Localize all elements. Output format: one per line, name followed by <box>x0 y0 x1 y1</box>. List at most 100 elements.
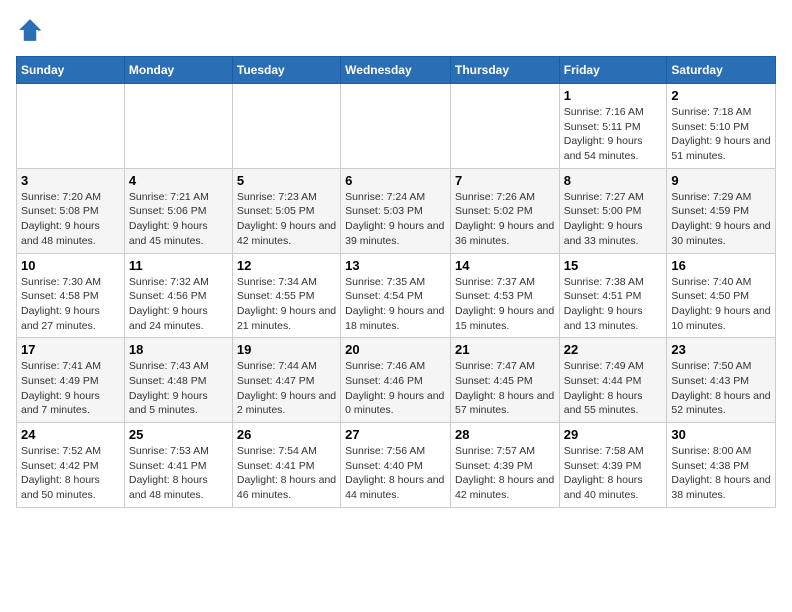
day-info: Sunrise: 7:40 AM Sunset: 4:50 PM Dayligh… <box>671 275 771 334</box>
logo <box>16 16 48 44</box>
day-info: Sunrise: 7:54 AM Sunset: 4:41 PM Dayligh… <box>237 444 336 503</box>
calendar-week-5: 24 Sunrise: 7:52 AM Sunset: 4:42 PM Dayli… <box>17 423 776 508</box>
day-info: Sunrise: 7:21 AM Sunset: 5:06 PM Dayligh… <box>129 190 228 249</box>
day-number: 28 <box>455 427 555 442</box>
calendar-cell: 9 Sunrise: 7:29 AM Sunset: 4:59 PM Daylig… <box>667 168 776 253</box>
calendar-cell <box>17 84 125 169</box>
day-number: 26 <box>237 427 336 442</box>
day-number: 4 <box>129 173 228 188</box>
calendar-week-4: 17 Sunrise: 7:41 AM Sunset: 4:49 PM Dayli… <box>17 338 776 423</box>
calendar-cell: 22 Sunrise: 7:49 AM Sunset: 4:44 PM Dayli… <box>559 338 667 423</box>
day-number: 20 <box>345 342 446 357</box>
day-number: 5 <box>237 173 336 188</box>
day-number: 22 <box>564 342 663 357</box>
calendar-header-row: SundayMondayTuesdayWednesdayThursdayFrid… <box>17 57 776 84</box>
day-number: 9 <box>671 173 771 188</box>
day-info: Sunrise: 7:23 AM Sunset: 5:05 PM Dayligh… <box>237 190 336 249</box>
calendar-cell: 3 Sunrise: 7:20 AM Sunset: 5:08 PM Daylig… <box>17 168 125 253</box>
day-info: Sunrise: 7:32 AM Sunset: 4:56 PM Dayligh… <box>129 275 228 334</box>
calendar-cell: 6 Sunrise: 7:24 AM Sunset: 5:03 PM Daylig… <box>341 168 451 253</box>
day-info: Sunrise: 7:56 AM Sunset: 4:40 PM Dayligh… <box>345 444 446 503</box>
day-number: 17 <box>21 342 120 357</box>
calendar-cell: 30 Sunrise: 8:00 AM Sunset: 4:38 PM Dayli… <box>667 423 776 508</box>
day-info: Sunrise: 7:47 AM Sunset: 4:45 PM Dayligh… <box>455 359 555 418</box>
calendar-header-tuesday: Tuesday <box>232 57 340 84</box>
day-info: Sunrise: 7:50 AM Sunset: 4:43 PM Dayligh… <box>671 359 771 418</box>
calendar-cell: 21 Sunrise: 7:47 AM Sunset: 4:45 PM Dayli… <box>450 338 559 423</box>
day-info: Sunrise: 7:24 AM Sunset: 5:03 PM Dayligh… <box>345 190 446 249</box>
calendar-cell: 25 Sunrise: 7:53 AM Sunset: 4:41 PM Dayli… <box>124 423 232 508</box>
calendar-cell: 8Sunrise: 7:27 AM Sunset: 5:00 PM Daylig… <box>559 168 667 253</box>
day-info: Sunrise: 7:34 AM Sunset: 4:55 PM Dayligh… <box>237 275 336 334</box>
day-info: Sunrise: 7:43 AM Sunset: 4:48 PM Dayligh… <box>129 359 228 418</box>
calendar-header-sunday: Sunday <box>17 57 125 84</box>
day-info: Sunrise: 7:29 AM Sunset: 4:59 PM Dayligh… <box>671 190 771 249</box>
day-number: 13 <box>345 258 446 273</box>
calendar-cell: 17 Sunrise: 7:41 AM Sunset: 4:49 PM Dayli… <box>17 338 125 423</box>
day-number: 15 <box>564 258 663 273</box>
day-number: 29 <box>564 427 663 442</box>
day-number: 12 <box>237 258 336 273</box>
day-info: Sunrise: 7:58 AM Sunset: 4:39 PM Dayligh… <box>564 444 663 503</box>
day-info: Sunrise: 7:44 AM Sunset: 4:47 PM Dayligh… <box>237 359 336 418</box>
day-number: 16 <box>671 258 771 273</box>
day-number: 19 <box>237 342 336 357</box>
calendar-cell: 23 Sunrise: 7:50 AM Sunset: 4:43 PM Dayli… <box>667 338 776 423</box>
calendar-header-saturday: Saturday <box>667 57 776 84</box>
calendar-cell: 18 Sunrise: 7:43 AM Sunset: 4:48 PM Dayli… <box>124 338 232 423</box>
calendar-week-2: 3 Sunrise: 7:20 AM Sunset: 5:08 PM Daylig… <box>17 168 776 253</box>
calendar-cell: 29 Sunrise: 7:58 AM Sunset: 4:39 PM Dayli… <box>559 423 667 508</box>
day-number: 23 <box>671 342 771 357</box>
calendar-table: SundayMondayTuesdayWednesdayThursdayFrid… <box>16 56 776 508</box>
day-number: 8 <box>564 173 663 188</box>
calendar-cell: 12 Sunrise: 7:34 AM Sunset: 4:55 PM Dayli… <box>232 253 340 338</box>
calendar-header-friday: Friday <box>559 57 667 84</box>
day-info: Sunrise: 7:30 AM Sunset: 4:58 PM Dayligh… <box>21 275 120 334</box>
calendar-cell <box>232 84 340 169</box>
calendar-cell: 27 Sunrise: 7:56 AM Sunset: 4:40 PM Dayli… <box>341 423 451 508</box>
day-number: 3 <box>21 173 120 188</box>
day-number: 14 <box>455 258 555 273</box>
day-info: Sunrise: 7:37 AM Sunset: 4:53 PM Dayligh… <box>455 275 555 334</box>
calendar-cell: 24 Sunrise: 7:52 AM Sunset: 4:42 PM Dayli… <box>17 423 125 508</box>
day-number: 25 <box>129 427 228 442</box>
calendar-cell: 14 Sunrise: 7:37 AM Sunset: 4:53 PM Dayli… <box>450 253 559 338</box>
calendar-header-wednesday: Wednesday <box>341 57 451 84</box>
calendar-cell: 20 Sunrise: 7:46 AM Sunset: 4:46 PM Dayli… <box>341 338 451 423</box>
day-info: Sunrise: 7:26 AM Sunset: 5:02 PM Dayligh… <box>455 190 555 249</box>
calendar-cell <box>450 84 559 169</box>
day-info: Sunrise: 7:16 AM Sunset: 5:11 PM Dayligh… <box>564 105 663 164</box>
day-info: Sunrise: 7:46 AM Sunset: 4:46 PM Dayligh… <box>345 359 446 418</box>
calendar-week-1: 1 Sunrise: 7:16 AM Sunset: 5:11 PM Daylig… <box>17 84 776 169</box>
day-number: 24 <box>21 427 120 442</box>
day-info: Sunrise: 7:52 AM Sunset: 4:42 PM Dayligh… <box>21 444 120 503</box>
day-number: 27 <box>345 427 446 442</box>
day-info: Sunrise: 7:38 AM Sunset: 4:51 PM Dayligh… <box>564 275 663 334</box>
day-number: 11 <box>129 258 228 273</box>
day-number: 6 <box>345 173 446 188</box>
calendar-cell: 10 Sunrise: 7:30 AM Sunset: 4:58 PM Dayli… <box>17 253 125 338</box>
calendar-week-3: 10 Sunrise: 7:30 AM Sunset: 4:58 PM Dayli… <box>17 253 776 338</box>
day-number: 21 <box>455 342 555 357</box>
day-info: Sunrise: 7:41 AM Sunset: 4:49 PM Dayligh… <box>21 359 120 418</box>
day-number: 1 <box>564 88 663 103</box>
day-number: 10 <box>21 258 120 273</box>
day-info: Sunrise: 8:00 AM Sunset: 4:38 PM Dayligh… <box>671 444 771 503</box>
day-number: 7 <box>455 173 555 188</box>
calendar-cell: 16 Sunrise: 7:40 AM Sunset: 4:50 PM Dayli… <box>667 253 776 338</box>
calendar-cell: 19 Sunrise: 7:44 AM Sunset: 4:47 PM Dayli… <box>232 338 340 423</box>
calendar-cell: 13Sunrise: 7:35 AM Sunset: 4:54 PM Dayli… <box>341 253 451 338</box>
day-info: Sunrise: 7:18 AM Sunset: 5:10 PM Dayligh… <box>671 105 771 164</box>
calendar-cell <box>124 84 232 169</box>
day-info: Sunrise: 7:20 AM Sunset: 5:08 PM Dayligh… <box>21 190 120 249</box>
calendar-cell: 2Sunrise: 7:18 AM Sunset: 5:10 PM Daylig… <box>667 84 776 169</box>
calendar-cell: 11 Sunrise: 7:32 AM Sunset: 4:56 PM Dayli… <box>124 253 232 338</box>
day-info: Sunrise: 7:57 AM Sunset: 4:39 PM Dayligh… <box>455 444 555 503</box>
day-number: 30 <box>671 427 771 442</box>
calendar-cell: 15 Sunrise: 7:38 AM Sunset: 4:51 PM Dayli… <box>559 253 667 338</box>
day-number: 18 <box>129 342 228 357</box>
calendar-header-monday: Monday <box>124 57 232 84</box>
day-info: Sunrise: 7:53 AM Sunset: 4:41 PM Dayligh… <box>129 444 228 503</box>
day-info: Sunrise: 7:49 AM Sunset: 4:44 PM Dayligh… <box>564 359 663 418</box>
calendar-cell: 28 Sunrise: 7:57 AM Sunset: 4:39 PM Dayli… <box>450 423 559 508</box>
